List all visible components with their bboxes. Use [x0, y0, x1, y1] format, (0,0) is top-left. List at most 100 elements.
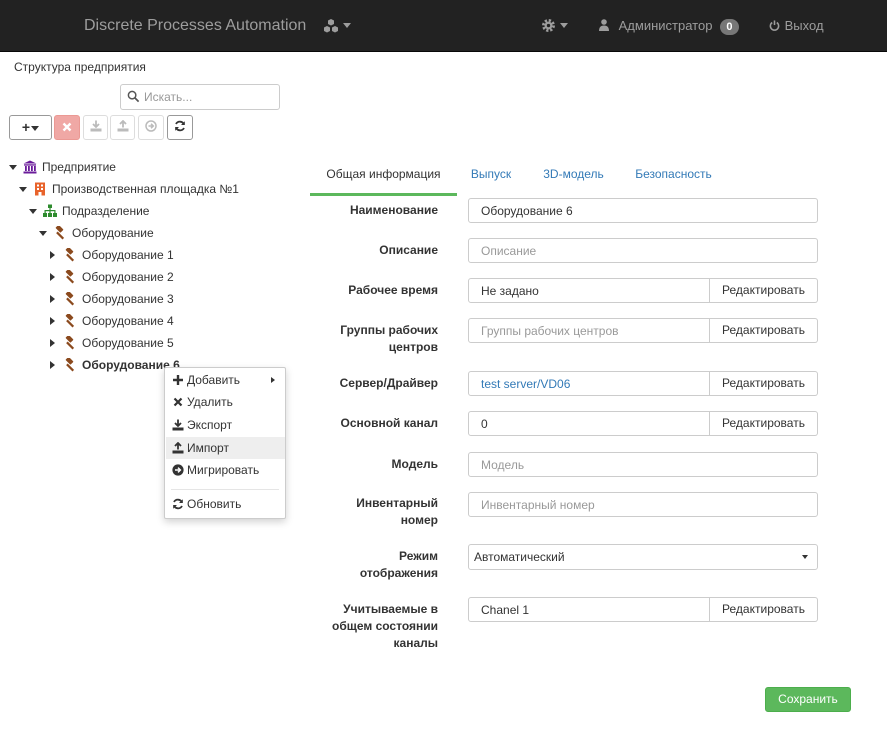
collapse-toggle[interactable]: [19, 187, 27, 192]
collapse-toggle[interactable]: [29, 209, 37, 214]
menu-item-export[interactable]: Экспорт: [166, 414, 285, 436]
name-label: Наименование: [349, 203, 438, 217]
chevron-down-icon: [802, 555, 808, 559]
menu-item-migrate[interactable]: Мигрировать: [166, 459, 285, 481]
inventory-number-label: Инвентарный номер: [356, 496, 438, 527]
menu-item-delete[interactable]: Удалить: [166, 391, 285, 413]
inventory-number-field[interactable]: [468, 492, 818, 517]
main-channel-field[interactable]: [468, 411, 710, 436]
menu-item-refresh[interactable]: Обновить: [166, 493, 285, 515]
migrate-button[interactable]: [138, 115, 164, 140]
gear-icon: [542, 19, 555, 33]
tab-security[interactable]: Безопасность: [624, 160, 723, 194]
edit-wc-groups-button[interactable]: Редактировать: [710, 318, 818, 343]
model-field[interactable]: [468, 452, 818, 477]
menu-item-import[interactable]: Импорт: [166, 437, 285, 459]
refresh-icon: [173, 498, 183, 510]
institution-icon: [23, 160, 37, 174]
download-icon: [90, 120, 101, 132]
menu-item-label: Мигрировать: [187, 463, 260, 477]
sitemap-icon: [43, 204, 57, 217]
display-mode-value: Автоматический: [474, 550, 565, 564]
edit-server-button[interactable]: Редактировать: [710, 371, 818, 396]
close-icon: [62, 122, 72, 132]
close-icon: [173, 397, 183, 407]
expand-toggle[interactable]: [50, 361, 55, 369]
upload-icon: [172, 442, 184, 454]
edit-main-channel-button[interactable]: Редактировать: [710, 411, 818, 436]
search-input[interactable]: [144, 88, 274, 106]
display-mode-label: Режим отображения: [359, 549, 438, 580]
export-button[interactable]: [83, 115, 108, 140]
search-icon: [127, 90, 140, 103]
tree-node-label: Оборудование 2: [82, 270, 174, 284]
server-driver-field[interactable]: [468, 371, 710, 396]
tab-general-info[interactable]: Общая информация: [310, 160, 457, 194]
worktime-field[interactable]: [468, 278, 710, 303]
display-mode-select[interactable]: Автоматический: [468, 544, 818, 570]
arrow-circle-right-icon: [172, 464, 184, 476]
expand-toggle[interactable]: [50, 251, 55, 259]
tree-search[interactable]: [120, 84, 280, 110]
gavel-icon: [65, 314, 75, 328]
worktime-label: Рабочее время: [348, 283, 438, 297]
tree-node-label: Оборудование 3: [82, 292, 174, 306]
refresh-tree-button[interactable]: [167, 115, 193, 140]
plus-icon: [173, 375, 183, 385]
settings-dropdown[interactable]: [541, 17, 568, 33]
collapse-toggle[interactable]: [39, 231, 47, 236]
top-navbar: Discrete Processes Automation Администра…: [0, 0, 887, 52]
gavel-icon: [55, 226, 65, 240]
refresh-icon: [175, 120, 185, 132]
active-tab-indicator: [310, 193, 457, 196]
add-node-dropdown-button[interactable]: +: [9, 115, 52, 140]
description-label: Описание: [379, 243, 438, 257]
logout-link[interactable]: Выход: [769, 18, 824, 33]
wc-groups-label: Группы рабочих центров: [340, 323, 438, 354]
download-icon: [172, 419, 184, 431]
menu-item-label: Импорт: [187, 441, 229, 455]
gavel-icon: [65, 270, 75, 284]
tree-node-label: Предприятие: [42, 160, 116, 174]
power-icon: [769, 20, 780, 31]
gavel-icon: [65, 358, 75, 372]
name-field[interactable]: [468, 198, 818, 223]
submenu-arrow-icon: [271, 377, 275, 383]
description-field[interactable]: [468, 238, 818, 263]
menu-item-add[interactable]: Добавить: [166, 369, 285, 391]
collapse-toggle[interactable]: [9, 165, 17, 170]
save-button[interactable]: Сохранить: [765, 687, 851, 712]
menu-item-label: Экспорт: [187, 418, 233, 432]
expand-toggle[interactable]: [50, 273, 55, 281]
delete-node-button[interactable]: [54, 115, 80, 140]
expand-toggle[interactable]: [50, 295, 55, 303]
main-channel-label: Основной канал: [340, 416, 438, 430]
cubes-icon: [324, 18, 338, 33]
gavel-icon: [65, 292, 75, 306]
arrow-circle-right-icon: [145, 120, 157, 132]
tab-output[interactable]: Выпуск: [459, 160, 523, 194]
plus-icon: +: [21, 119, 31, 135]
model-label: Модель: [391, 457, 438, 471]
tree-node-label: Производственная площадка №1: [52, 182, 239, 196]
tree-node-label: Оборудование 4: [82, 314, 174, 328]
user-name: Администратор: [618, 18, 713, 33]
gavel-icon: [65, 336, 75, 350]
gavel-icon: [65, 248, 75, 262]
wc-groups-field[interactable]: [468, 318, 710, 343]
menu-item-label: Обновить: [187, 497, 242, 511]
notification-badge: 0: [720, 19, 739, 35]
tree-node-label: Оборудование: [72, 226, 154, 240]
channels-field[interactable]: [468, 597, 710, 622]
expand-toggle[interactable]: [50, 339, 55, 347]
tree-node-label: Подразделение: [62, 204, 150, 218]
server-driver-label: Сервер/Драйвер: [339, 376, 438, 390]
app-brand[interactable]: Discrete Processes Automation: [84, 17, 306, 35]
edit-channels-button[interactable]: Редактировать: [710, 597, 818, 622]
tab-3d-model[interactable]: 3D-модель: [531, 160, 616, 194]
cubes-menu-dropdown[interactable]: [323, 17, 351, 33]
expand-toggle[interactable]: [50, 317, 55, 325]
user-menu[interactable]: Администратор 0: [599, 18, 739, 35]
import-button[interactable]: [110, 115, 135, 140]
edit-worktime-button[interactable]: Редактировать: [710, 278, 818, 303]
